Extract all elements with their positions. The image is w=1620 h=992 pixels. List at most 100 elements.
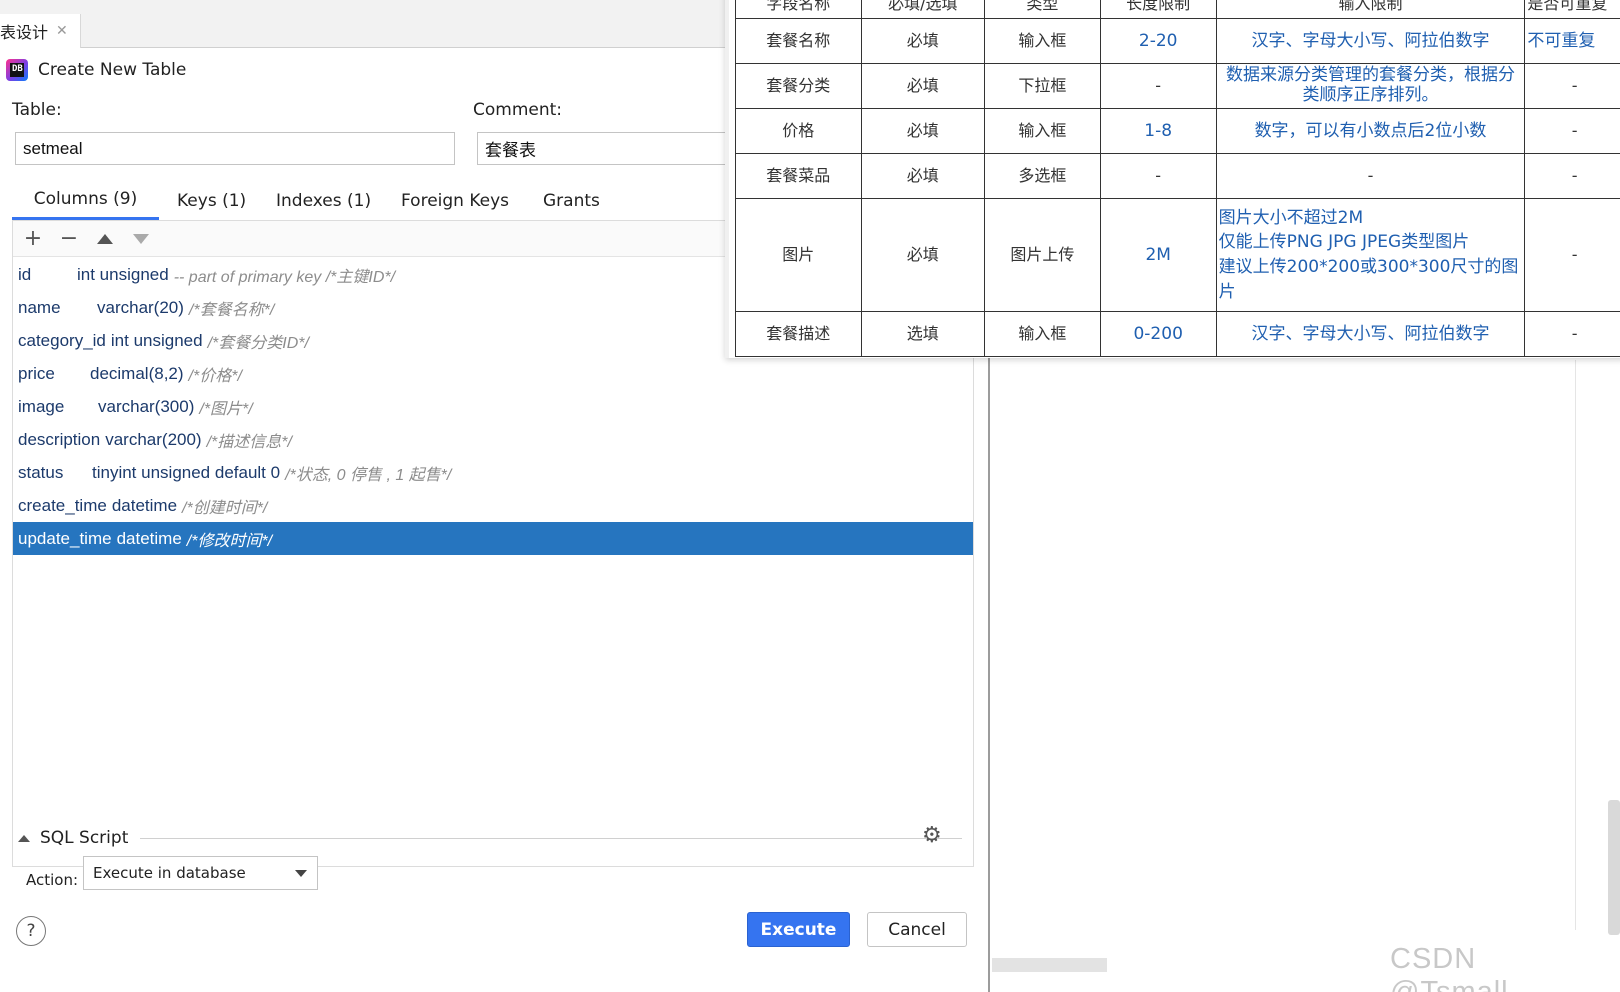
spec-cell: - — [1215, 153, 1526, 199]
column-comment: /*套餐名称*/ — [188, 301, 275, 319]
column-type: decimal(8,2) — [90, 363, 184, 383]
column-name: description — [18, 429, 101, 449]
spec-cell: 套餐描述 — [735, 311, 862, 357]
column-comment: /*价格*/ — [188, 367, 242, 385]
spec-cell: - — [1524, 311, 1620, 357]
spec-cell: 输入框 — [984, 311, 1101, 357]
spec-header-cell: 类型 — [984, 0, 1101, 19]
spec-cell: 价格 — [735, 108, 862, 154]
app-logo-icon: DB — [6, 59, 28, 81]
spec-row: 套餐菜品 必填 多选框 - - - — [735, 153, 1620, 199]
help-button[interactable]: ? — [16, 916, 46, 946]
spec-cell: 输入框 — [984, 108, 1101, 154]
column-row-create-time[interactable]: create_time datetime /*创建时间*/ — [13, 489, 973, 522]
spec-row: 价格 必填 输入框 1-8 数字，可以有小数点后2位小数 - — [735, 108, 1620, 154]
column-comment: /*创建时间*/ — [182, 499, 268, 517]
spec-header-cell: 字段名称 — [735, 0, 862, 19]
spec-cell: 必填 — [860, 108, 986, 154]
spec-cell: 输入框 — [984, 18, 1101, 64]
column-row-update-time[interactable]: update_time datetime /*修改时间*/ — [13, 522, 973, 555]
gear-icon[interactable]: ⚙ — [922, 825, 944, 847]
spec-cell: 套餐名称 — [735, 18, 862, 64]
column-type: varchar(300) — [98, 396, 195, 416]
column-row-image[interactable]: image varchar(300) /*图片*/ — [13, 390, 973, 423]
add-column-button[interactable]: + — [19, 225, 47, 253]
spec-cell: 2M — [1099, 198, 1217, 312]
tab-keys[interactable]: Keys (1) — [177, 181, 246, 220]
column-type: datetime — [111, 495, 178, 515]
comment-input[interactable]: 套餐表 — [477, 132, 727, 165]
spec-cell: 图片大小不超过2M 仅能上传PNG JPG JPEG类型图片 建议上传200*2… — [1215, 198, 1526, 312]
spec-cell: - — [1524, 63, 1620, 109]
column-row-price[interactable]: price decimal(8,2) /*价格*/ — [13, 357, 973, 390]
remove-column-button[interactable]: − — [55, 225, 83, 253]
execute-button[interactable]: Execute — [747, 912, 850, 947]
column-comment: /*修改时间*/ — [186, 532, 273, 550]
column-row-status[interactable]: status tinyint unsigned default 0 /*状态, … — [13, 456, 973, 489]
background-editor-area — [992, 360, 1620, 992]
spec-cell: 汉字、字母大小写、阿拉伯数字 — [1215, 18, 1526, 64]
tab-indexes[interactable]: Indexes (1) — [276, 181, 371, 220]
spec-cell: 图片上传 — [984, 198, 1101, 312]
editor-tab-label: 表设计 — [0, 23, 49, 42]
action-label: Action: — [26, 871, 79, 889]
column-name: update_time — [18, 528, 112, 548]
tab-foreign-keys[interactable]: Foreign Keys — [401, 181, 509, 220]
editor-tab-bar: 表设计 ✕ — [0, 0, 725, 48]
column-type: int unsigned — [110, 330, 203, 350]
dialog-title-bar: DB Create New Table — [6, 58, 186, 82]
column-row-description[interactable]: description varchar(200) /*描述信息*/ — [13, 423, 973, 456]
sql-script-section[interactable]: SQL Script ⚙ — [14, 823, 974, 853]
vertical-scrollbar[interactable] — [1608, 800, 1620, 935]
spec-cell: 1-8 — [1099, 108, 1217, 154]
arrow-down-icon — [133, 234, 149, 244]
watermark: CSDN @Tsmall_ — [1390, 943, 1526, 992]
spec-cell: 数据来源分类管理的套餐分类，根据分类顺序正序排列。 — [1215, 63, 1526, 109]
column-type: varchar(200) — [105, 429, 202, 449]
move-down-button[interactable] — [127, 225, 155, 253]
column-comment: /*图片*/ — [199, 400, 253, 418]
column-name: image — [18, 396, 65, 416]
screen: { "editor_tab": { "label": "表设计", "close… — [0, 0, 1620, 992]
spec-cell: 数字，可以有小数点后2位小数 — [1215, 108, 1526, 154]
column-name: name — [18, 297, 61, 317]
action-select[interactable]: Execute in database — [83, 856, 318, 890]
cancel-button[interactable]: Cancel — [867, 912, 967, 947]
spec-header-cell: 长度限制 — [1099, 0, 1217, 19]
spec-cell: 2-20 — [1099, 18, 1217, 64]
spec-cell: - — [1524, 108, 1620, 154]
table-name-input[interactable]: setmeal — [15, 132, 455, 165]
spec-cell: - — [1524, 153, 1620, 199]
spec-cell: 必填 — [860, 18, 986, 64]
column-type: datetime — [116, 528, 182, 548]
tab-columns[interactable]: Columns (9) — [12, 181, 159, 220]
editor-tab-table-design[interactable]: 表设计 ✕ — [0, 14, 81, 48]
horizontal-scrollbar[interactable] — [992, 958, 1107, 972]
column-comment: /*状态, 0 停售 , 1 起售*/ — [285, 466, 452, 484]
spec-cell: 必填 — [860, 198, 986, 312]
close-icon[interactable]: ✕ — [56, 23, 68, 39]
column-comment: /*描述信息*/ — [206, 433, 292, 451]
move-up-button[interactable] — [91, 225, 119, 253]
spec-cell: 套餐分类 — [735, 63, 862, 109]
spec-table: 字段名称 必填/选填 类型 长度限制 输入限制 是否可重复 套餐名称 必填 输入… — [735, 0, 1620, 357]
spec-cell: - — [1524, 198, 1620, 312]
spec-header-cell: 输入限制 — [1215, 0, 1526, 19]
spec-cell: 图片 — [735, 198, 862, 312]
column-type: tinyint unsigned default 0 — [92, 462, 281, 482]
spec-row: 套餐名称 必填 输入框 2-20 汉字、字母大小写、阿拉伯数字 不可重复 — [735, 18, 1620, 64]
tab-grants[interactable]: Grants — [543, 181, 600, 220]
spec-cell: 套餐菜品 — [735, 153, 862, 199]
spec-row: 套餐分类 必填 下拉框 - 数据来源分类管理的套餐分类，根据分类顺序正序排列。 … — [735, 63, 1620, 109]
spec-cell: 必填 — [860, 63, 986, 109]
column-name: create_time — [18, 495, 107, 515]
column-name: price — [18, 363, 55, 383]
spec-cell: 多选框 — [984, 153, 1101, 199]
action-select-value: Execute in database — [93, 864, 246, 882]
column-name: id — [18, 264, 32, 284]
spec-cell: 下拉框 — [984, 63, 1101, 109]
collapse-caret-icon[interactable] — [18, 834, 30, 842]
spec-cell: - — [1099, 153, 1217, 199]
spec-header-cell: 是否可重复 — [1524, 0, 1620, 19]
column-comment: /*套餐分类ID*/ — [207, 334, 309, 352]
